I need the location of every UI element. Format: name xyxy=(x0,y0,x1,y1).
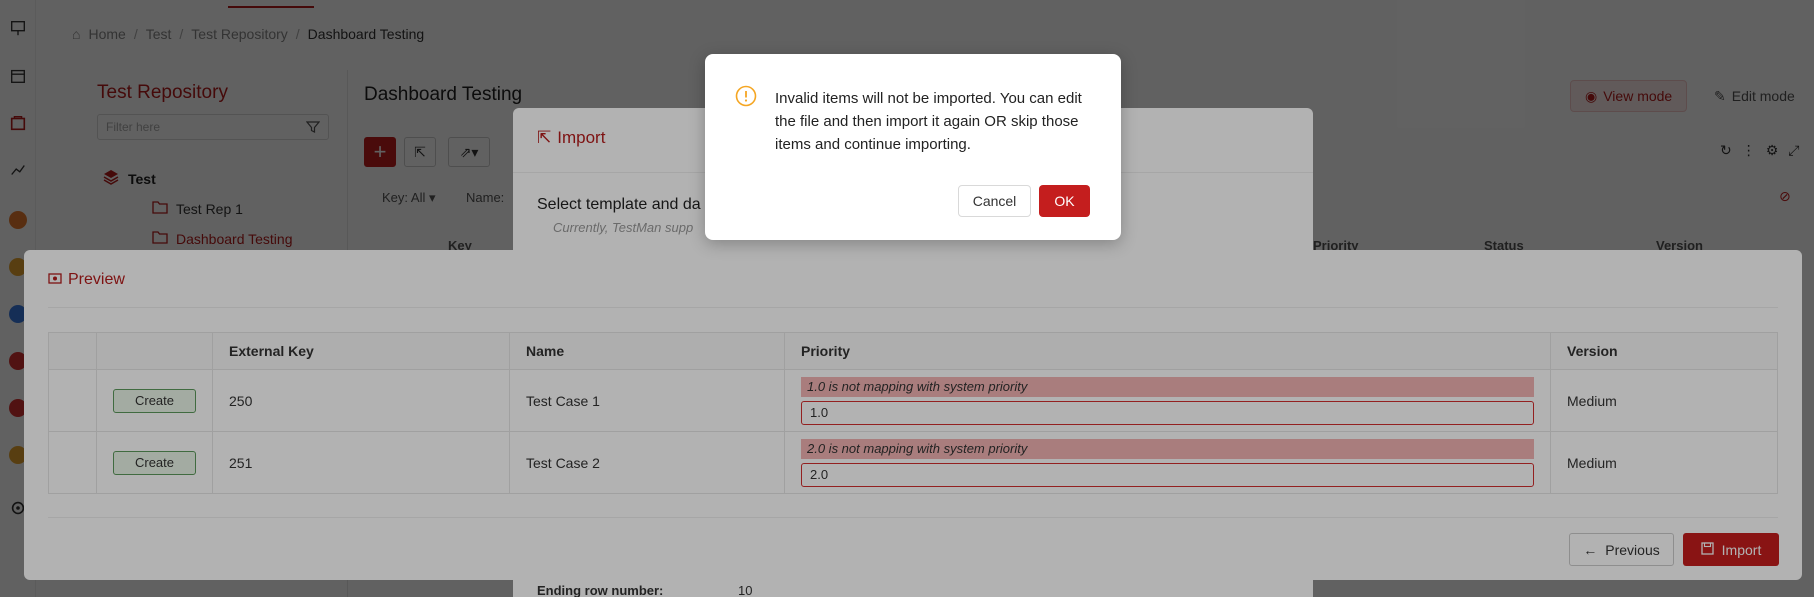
ok-button[interactable]: OK xyxy=(1039,185,1090,217)
confirm-message: Invalid items will not be imported. You … xyxy=(775,90,1082,153)
cancel-button[interactable]: Cancel xyxy=(958,185,1031,217)
confirm-dialog: Invalid items will not be imported. You … xyxy=(705,54,1121,240)
warning-icon xyxy=(735,85,757,107)
